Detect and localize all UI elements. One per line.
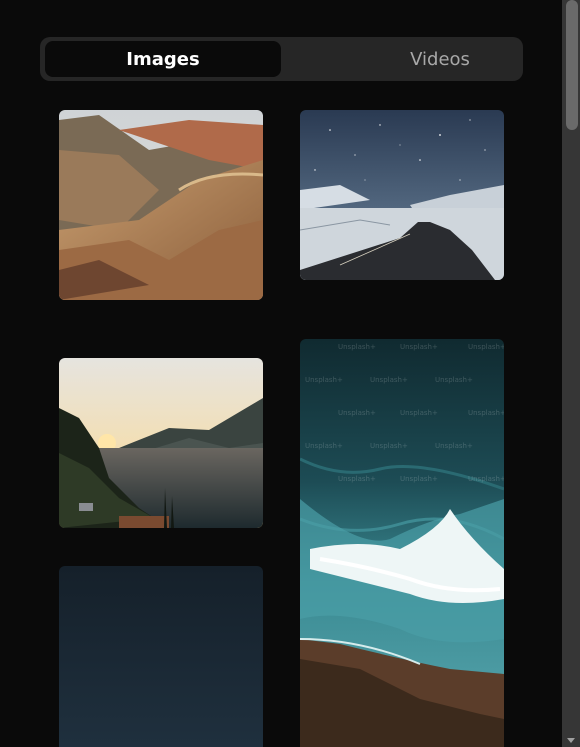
vertical-scrollbar[interactable] [562, 0, 580, 747]
image-card-dark-gradient[interactable] [59, 566, 263, 747]
image-card-lake-sunset[interactable] [59, 358, 263, 528]
image-ocean-waves: Unsplash+ Unsplash+ Unsplash+ Unsplash+ Uns… [300, 339, 504, 747]
svg-text:Unsplash+: Unsplash+ [370, 376, 408, 384]
image-dark-gradient [59, 566, 263, 747]
svg-text:Unsplash+: Unsplash+ [468, 343, 504, 351]
image-snowy-road [300, 110, 504, 280]
svg-text:Unsplash+: Unsplash+ [400, 409, 438, 417]
svg-text:Unsplash+: Unsplash+ [468, 409, 504, 417]
svg-text:Unsplash+: Unsplash+ [435, 442, 473, 450]
svg-text:Unsplash+: Unsplash+ [370, 442, 408, 450]
image-card-snowy-road[interactable] [300, 110, 504, 280]
tab-videos[interactable]: Videos [322, 41, 558, 77]
image-lake-sunset [59, 358, 263, 528]
image-desert-mountains [59, 110, 263, 300]
tab-images[interactable]: Images [45, 41, 281, 77]
svg-text:Unsplash+: Unsplash+ [305, 442, 343, 450]
svg-text:Unsplash+: Unsplash+ [338, 343, 376, 351]
svg-text:Unsplash+: Unsplash+ [400, 343, 438, 351]
svg-text:Unsplash+: Unsplash+ [435, 376, 473, 384]
scrollbar-thumb[interactable] [566, 0, 578, 130]
image-card-ocean-waves[interactable]: Unsplash+ Unsplash+ Unsplash+ Unsplash+ Uns… [300, 339, 504, 747]
svg-text:Unsplash+: Unsplash+ [338, 409, 376, 417]
svg-text:Unsplash+: Unsplash+ [400, 475, 438, 483]
image-card-desert-mountains[interactable] [59, 110, 263, 300]
scroll-down-arrow-icon[interactable] [567, 738, 575, 743]
media-type-tabs: Images Videos [40, 37, 523, 81]
svg-text:Unsplash+: Unsplash+ [305, 376, 343, 384]
svg-text:Unsplash+: Unsplash+ [468, 475, 504, 483]
svg-text:Unsplash+: Unsplash+ [338, 475, 376, 483]
